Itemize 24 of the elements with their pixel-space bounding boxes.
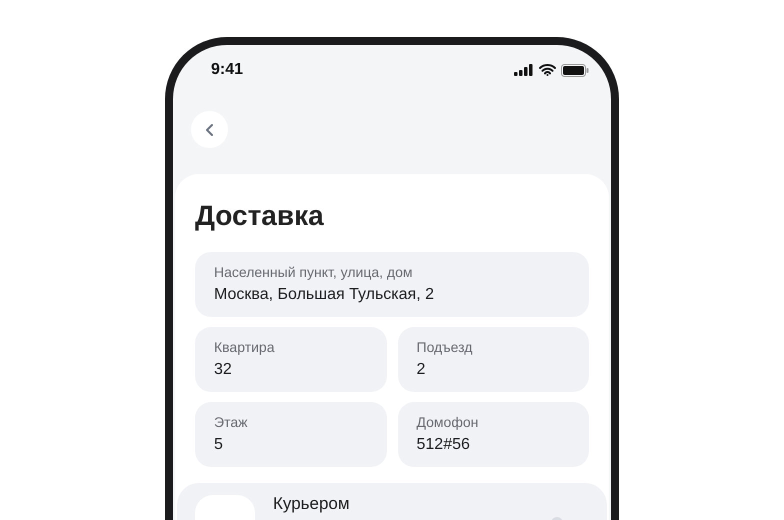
input-field[interactable]: Подъезд 2 xyxy=(398,327,589,392)
field-value: 32 xyxy=(214,361,233,379)
field-label: Этаж xyxy=(214,414,248,430)
input-field[interactable]: Домофон 512#56 xyxy=(398,402,589,467)
field-value: 2 xyxy=(416,361,426,379)
back-button[interactable] xyxy=(191,111,228,148)
input-field[interactable]: Этаж 5 xyxy=(195,402,386,467)
field-label: Домофон xyxy=(416,414,480,430)
page-title: Доставка xyxy=(195,199,325,233)
delivery-option[interactable]: Курьером xyxy=(177,483,607,520)
chevron-left-icon xyxy=(204,122,214,136)
input-field[interactable]: Квартира 32 xyxy=(195,327,386,392)
battery-icon xyxy=(561,64,589,76)
address-field[interactable]: Населенный пункт, улица, дом Москва, Большая Тульская, 2 xyxy=(195,252,589,317)
field-label: Подъезд xyxy=(416,339,474,355)
field-value: 512#56 xyxy=(416,436,471,454)
field-label: Населенный пункт, улица, дом xyxy=(214,264,414,280)
option-label: Курьером xyxy=(273,495,351,513)
signal-icon xyxy=(514,64,534,76)
field-label: Квартира xyxy=(214,339,276,355)
field-value: Москва, Большая Тульская, 2 xyxy=(214,286,435,304)
wifi-icon xyxy=(539,64,556,76)
status-time: 9:41 xyxy=(211,61,244,79)
field-value: 5 xyxy=(214,436,224,454)
